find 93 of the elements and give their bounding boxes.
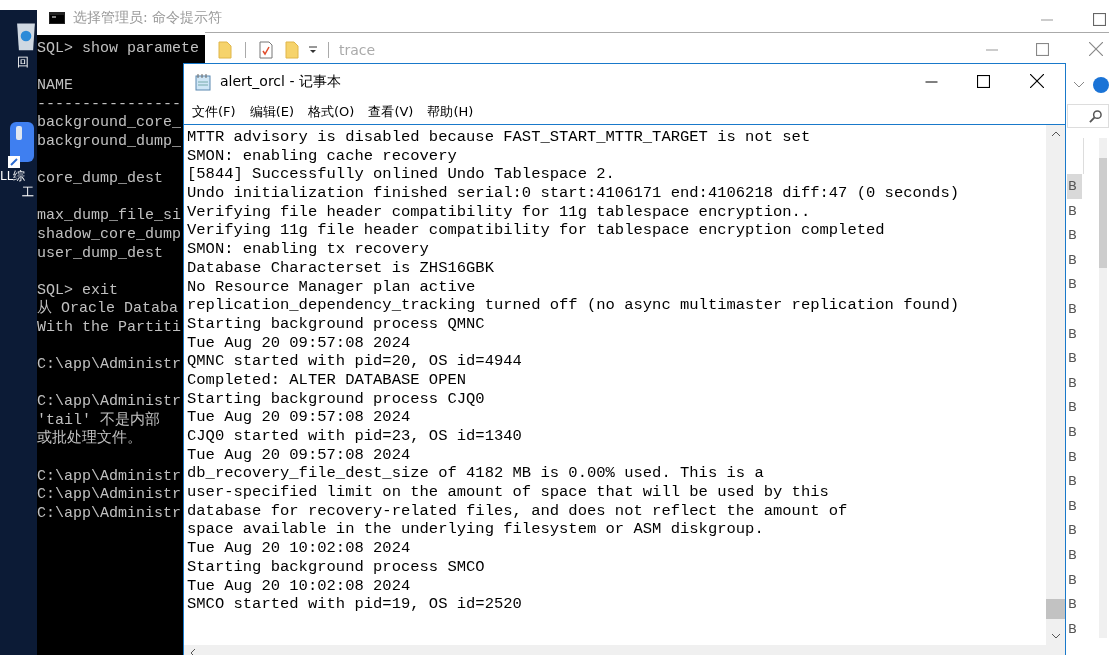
file-size-cell[interactable]: B: [1067, 296, 1082, 322]
console-line: 或批处理文件。: [37, 430, 142, 448]
desktop-icon-label: 回: [17, 54, 29, 70]
text-line: Tue Aug 20 09:57:08 2024: [187, 408, 411, 427]
help-icon[interactable]: [1093, 77, 1109, 93]
file-size-cell[interactable]: B: [1067, 592, 1082, 617]
text-line: Database Characterset is ZHS16GBK: [187, 258, 494, 277]
menu-item[interactable]: 帮助(H): [427, 103, 474, 121]
text-line: Starting background process SMCO: [187, 557, 485, 576]
text-line: space available in the underlying filesystem or ASM diskgroup.: [187, 520, 764, 539]
text-line: database for recovery-related files, and does not reflect the amount of: [187, 501, 848, 520]
file-size-cell[interactable]: B: [1067, 174, 1082, 199]
console-icon: [49, 11, 65, 24]
file-size-cell[interactable]: B: [1067, 223, 1082, 248]
search-field[interactable]: [1067, 104, 1109, 128]
file-size-cell[interactable]: B: [1067, 370, 1082, 396]
text-line: Tue Aug 20 10:02:08 2024: [187, 576, 411, 595]
maximize-icon[interactable]: [977, 75, 990, 88]
window-title: trace: [339, 41, 376, 58]
console-line: C:\app\Administr: [37, 393, 182, 411]
text-line: Tue Aug 20 09:57:08 2024: [187, 333, 411, 352]
desktop-icon-label: 工: [22, 184, 34, 200]
text-line: SMON: enabling tx recovery: [187, 240, 429, 259]
text-line: No Resource Manager plan active: [187, 277, 476, 296]
file-size-cell[interactable]: B: [1067, 198, 1082, 224]
scroll-up-icon[interactable]: [1050, 131, 1061, 137]
text-line: Starting background process QMNC: [187, 314, 485, 333]
file-size-cell[interactable]: B: [1067, 272, 1082, 297]
minimize-icon[interactable]: [925, 81, 938, 83]
console-line: C:\app\Administr: [37, 504, 182, 522]
file-size-cell[interactable]: B: [1067, 493, 1082, 519]
console-line: 'tail' 不是内部: [37, 411, 160, 429]
search-icon: [1089, 109, 1102, 123]
menu-item[interactable]: 编辑(E): [249, 103, 294, 121]
file-size-cell[interactable]: B: [1067, 542, 1082, 568]
text-line: Completed: ALTER DATABASE OPEN: [187, 370, 467, 389]
window-title: alert_orcl - 记事本: [220, 73, 341, 91]
console-line: shadow_core_dump: [37, 225, 182, 243]
vertical-scrollbar[interactable]: [1046, 125, 1065, 645]
text-line: MTTR advisory is disabled because FAST_START_MTTR_TARGET is not set: [187, 128, 811, 146]
scrollbar[interactable]: [1099, 138, 1107, 638]
text-line: Verifying file header compatibility for 11g tablespace encryption..: [187, 202, 811, 221]
console-line: background_dump_: [37, 132, 182, 150]
menu-item[interactable]: 查看(V): [368, 103, 414, 121]
console-line: core_dump_dest: [37, 170, 164, 188]
chevron-down-icon[interactable]: [1073, 81, 1085, 89]
text-line: [5844] Successfully onlined Undo Tablespace 2.: [187, 165, 615, 184]
close-icon[interactable]: [1030, 74, 1044, 88]
file-size-cell[interactable]: B: [1067, 247, 1082, 273]
file-size-cell[interactable]: B: [1067, 616, 1082, 642]
console-line: background_core_: [37, 114, 182, 132]
scroll-left-icon[interactable]: [190, 648, 196, 655]
text-line: SMON: enabling cache recovery: [187, 146, 457, 165]
file-size-cell[interactable]: B: [1067, 321, 1082, 347]
console-line: ----------------: [37, 95, 182, 113]
dropdown-icon[interactable]: [308, 45, 318, 54]
file-size-cell[interactable]: B: [1067, 567, 1082, 593]
text-line: Undo initialization finished serial:0 start:4106171 end:4106218 diff:47 (0 seconds): [187, 184, 960, 203]
text-line: db_recovery_file_dest_size of 4182 MB is 0.00% used. This is a: [187, 464, 764, 483]
file-size-cell[interactable]: B: [1067, 518, 1082, 543]
text-line: user-specified limit on the amount of space that will be used by this: [187, 483, 829, 502]
file-size-cell[interactable]: B: [1067, 444, 1082, 470]
text-line: QMNC started with pid=20, OS id=4944: [187, 352, 522, 371]
text-line: Tue Aug 20 10:02:08 2024: [187, 539, 411, 558]
file-size-cell[interactable]: B: [1067, 469, 1082, 494]
console-line: C:\app\Administr: [37, 356, 182, 374]
menu-item[interactable]: 格式(O): [308, 103, 355, 121]
console-line: 从 Oracle Databa: [37, 300, 179, 318]
console-line: C:\app\Administr: [37, 486, 182, 504]
menu-item[interactable]: 文件(F): [192, 103, 236, 121]
text-line: CJQ0 started with pid=23, OS id=1340: [187, 427, 522, 445]
text-line: replication_dependency_tracking turned off (no async multimaster replication found): [187, 296, 960, 315]
file-size-cell[interactable]: B: [1067, 346, 1082, 371]
window-title: 选择管理员: 命令提示符: [73, 8, 223, 27]
text-line: SMCO started with pid=19, OS id=2520: [187, 595, 522, 614]
console-line: C:\app\Administr: [37, 467, 182, 485]
console-line: NAME: [37, 77, 73, 95]
console-line: SQL> show paramete: [37, 40, 200, 57]
console-line: With the Partiti: [37, 318, 182, 336]
console-line: SQL> exit: [37, 281, 118, 299]
app-shortcut-icon[interactable]: [8, 122, 34, 168]
notepad-icon: [194, 73, 212, 91]
text-line: Starting background process CJQ0: [187, 389, 485, 408]
scroll-down-icon[interactable]: [1050, 633, 1061, 639]
checked-document-icon[interactable]: [259, 40, 273, 59]
text-line: Verifying 11g file header compatibility for tablespace encryption completed: [187, 221, 885, 240]
desktop-icon-label: LL综: [0, 168, 26, 184]
file-size-cell[interactable]: B: [1067, 419, 1082, 445]
console-line: max_dump_file_si: [37, 207, 182, 225]
file-size-cell[interactable]: B: [1067, 395, 1082, 420]
console-line: user_dump_dest: [37, 244, 164, 262]
text-line: Tue Aug 20 09:57:08 2024: [187, 445, 411, 464]
scrollbar-thumb[interactable]: [1046, 599, 1065, 619]
